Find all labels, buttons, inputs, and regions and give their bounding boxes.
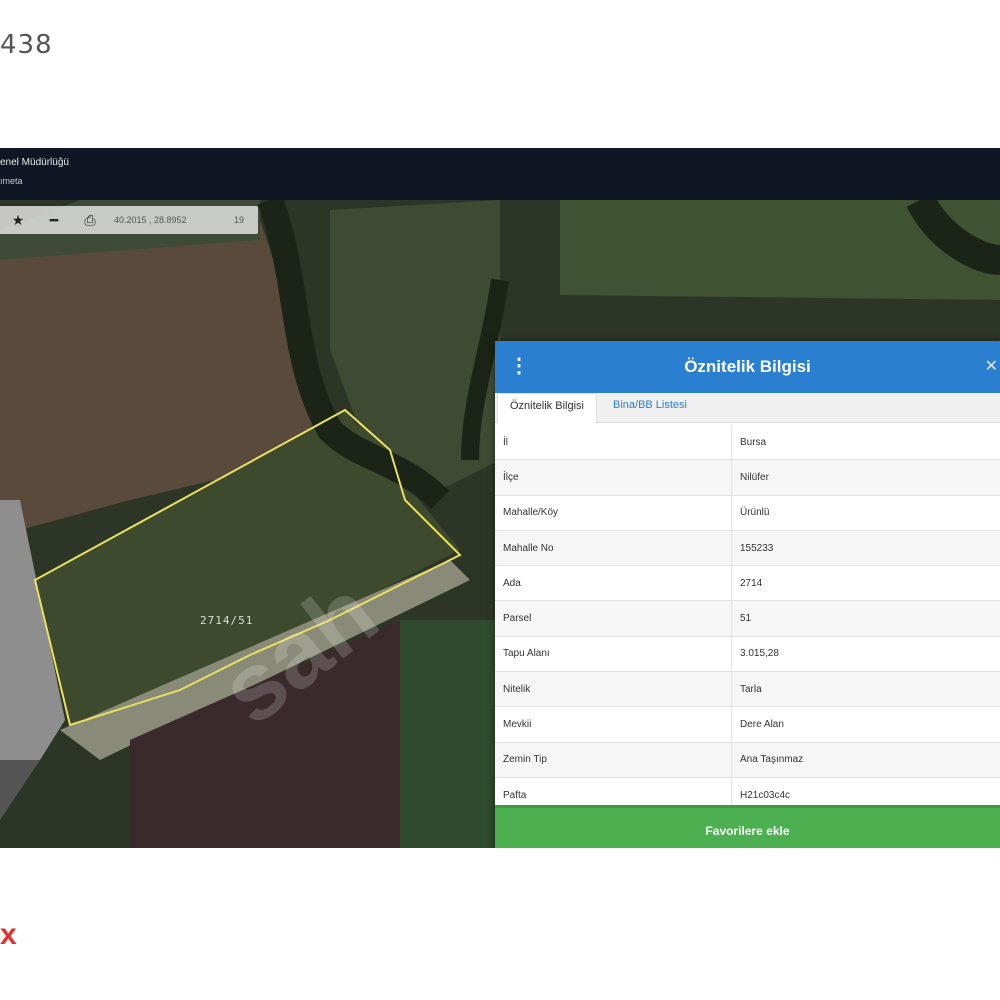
attribute-key: Mevkii	[495, 707, 732, 742]
close-icon[interactable]: ✕	[985, 356, 998, 376]
map-toolbar: ★ ━ ⎙ 40.2015 , 28.8952 19	[0, 206, 258, 234]
table-row: Mevkii Dere Alan	[495, 707, 1000, 743]
attribute-key: İl	[495, 425, 732, 460]
table-row: Zemin Tip Ana Taşınmaz	[495, 742, 1000, 778]
panel-header: ⋮ Öznitelik Bilgisi ✕	[495, 341, 1000, 393]
satellite-map[interactable]: ★ ━ ⎙ 40.2015 , 28.8952 19 2714/51 sah ⋮…	[0, 200, 1000, 848]
attribute-value: 155233	[740, 542, 774, 554]
attribute-value: Nilüfer	[740, 471, 769, 483]
attribute-value: Dere Alan	[740, 719, 784, 731]
table-row: Mahalle/Köy Ürünlü	[495, 495, 1000, 531]
table-row: Ada 2714	[495, 566, 1000, 602]
star-icon[interactable]: ★	[0, 206, 36, 234]
attribute-key: Tapu Alanı	[495, 636, 732, 672]
attribute-value: Bursa	[740, 436, 767, 448]
attribute-key: Mahalle No	[495, 530, 732, 566]
attribute-value: 2714	[740, 577, 763, 589]
attribute-value: Ana Taşınmaz	[740, 754, 804, 766]
header-title: enel Müdürlüğü	[0, 157, 69, 168]
zoom-level: 19	[234, 215, 245, 225]
table-row: İl Bursa	[495, 425, 1000, 461]
app-header: enel Müdürlüğü ımeta	[0, 148, 1000, 200]
add-to-favorites-button[interactable]: Favorilere ekle	[495, 805, 1000, 848]
panel-tabs: Öznitelik Bilgisi Bina/BB Listesi	[495, 393, 1000, 423]
tab-building-list[interactable]: Bina/BB Listesi	[601, 393, 699, 423]
screenshot-root: 438 enel Müdürlüğü ımeta ★ ━ ⎙ 40.2015 ,…	[0, 0, 1000, 1000]
attribute-key: Nitelik	[495, 672, 732, 707]
app-window: enel Müdürlüğü ımeta ★ ━ ⎙ 40.2015 , 28.…	[0, 148, 1000, 848]
attribute-value: Ürünlü	[740, 507, 770, 519]
attribute-value: H21c03c4c	[740, 789, 791, 801]
attribute-key: Pafta	[495, 777, 732, 805]
table-row: İlçe Nilüfer	[495, 460, 1000, 496]
attribute-key: Mahalle/Köy	[495, 495, 732, 530]
minus-icon[interactable]: ━	[36, 206, 72, 234]
table-row: Tapu Alanı 3.015,28	[495, 636, 1000, 673]
attribute-key: Zemin Tip	[495, 742, 732, 777]
table-row: Nitelik Tarla	[495, 672, 1000, 708]
print-icon[interactable]: ⎙	[72, 206, 108, 234]
field-bottom-green	[400, 620, 495, 848]
table-row: Parsel 51	[495, 601, 1000, 637]
attribute-panel: ⋮ Öznitelik Bilgisi ✕ Öznitelik Bilgisi …	[495, 341, 1000, 848]
panel-title: Öznitelik Bilgisi	[684, 357, 811, 376]
listing-id-fragment: 438	[0, 30, 53, 60]
attribute-value: Tarla	[740, 683, 762, 695]
brand-mark: x	[0, 918, 17, 951]
attribute-key: İlçe	[495, 460, 732, 495]
header-subtitle: ımeta	[0, 176, 23, 186]
coordinate-readout: 40.2015 , 28.8952	[114, 215, 187, 225]
attribute-key: Parsel	[495, 601, 732, 636]
attribute-value: 3.015,28	[740, 648, 779, 660]
tab-attribute-info[interactable]: Öznitelik Bilgisi	[497, 393, 597, 423]
table-row: Mahalle No 155233	[495, 530, 1000, 567]
attribute-value: 51	[740, 613, 752, 625]
table-row: Pafta H21c03c4c	[495, 777, 1000, 805]
attribute-key: Ada	[495, 566, 732, 601]
attribute-table: İl Bursa İlçe Nilüfer Mahalle/Köy Ürünlü Mahal…	[495, 425, 1000, 805]
